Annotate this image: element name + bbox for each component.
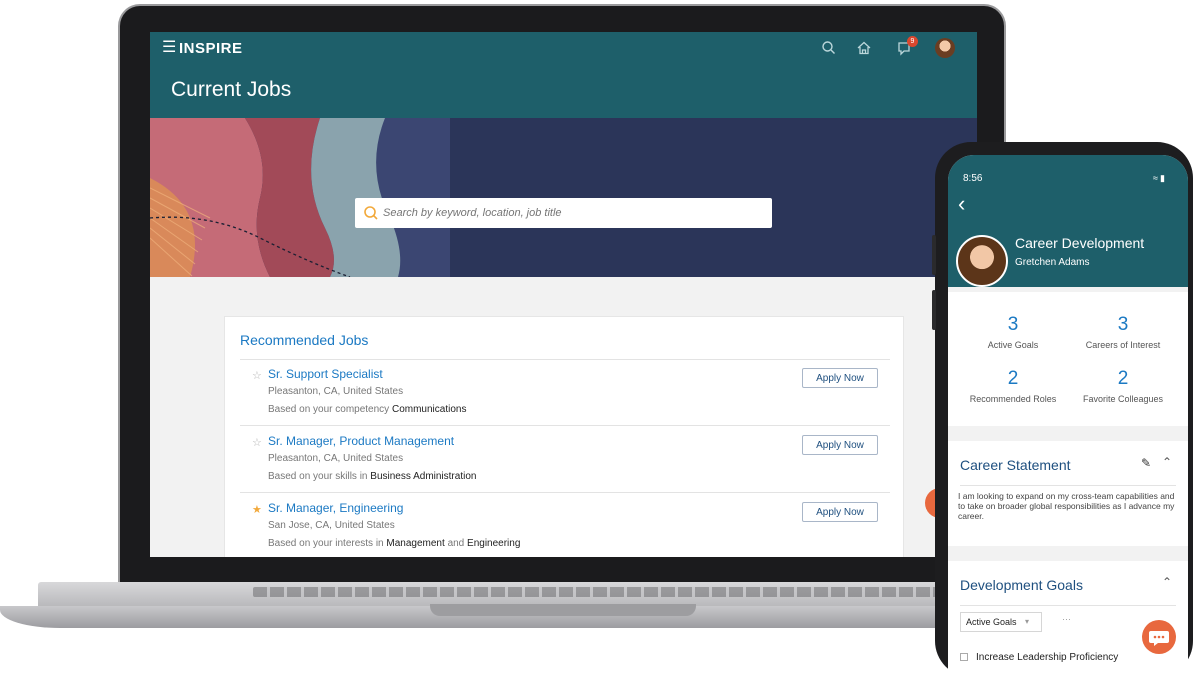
chevron-up-icon[interactable]: ⌃ [1162, 575, 1172, 589]
apply-now-button[interactable]: Apply Now [802, 502, 878, 522]
chevron-up-icon[interactable]: ⌃ [1162, 455, 1172, 469]
search-icon[interactable] [819, 38, 839, 58]
job-item: ★ Sr. Manager, Engineering San Jose, CA,… [240, 494, 890, 557]
job-basis: Based on your competency Communications [268, 404, 467, 415]
recommended-jobs-card: Recommended Jobs ☆ Sr. Support Specialis… [224, 316, 904, 557]
menu-icon[interactable]: ☰ [162, 40, 176, 56]
section-title: Development Goals [960, 577, 1083, 593]
job-basis: Based on your skills in Business Adminis… [268, 471, 477, 482]
checkbox[interactable] [960, 653, 968, 662]
notification-badge: 9 [907, 36, 918, 47]
app-header: ☰ INSPIRE 9 Current Jobs [150, 32, 977, 101]
back-icon[interactable]: ‹ [958, 193, 965, 215]
stat-favorite-colleagues[interactable]: 2 Favorite Colleagues [1068, 368, 1178, 404]
brand-logo: INSPIRE [179, 40, 243, 57]
job-title-link[interactable]: Sr. Manager, Engineering [268, 501, 403, 515]
goal-filter-dropdown[interactable]: Active Goals ▾ [960, 612, 1042, 632]
more-icon[interactable]: ··· [1062, 614, 1071, 624]
page-title: Current Jobs [171, 78, 292, 101]
phone-screen: 8:56 ≈▮ ‹ Career Development Gretchen Ad… [948, 155, 1188, 677]
edit-icon[interactable]: ✎ [1141, 456, 1151, 470]
job-location: Pleasanton, CA, United States [268, 453, 404, 464]
job-search-box[interactable] [355, 198, 772, 228]
wifi-battery-icon: ≈▮ [1153, 173, 1167, 183]
section-title: Career Statement [960, 457, 1071, 473]
star-filled-icon[interactable]: ★ [252, 503, 262, 516]
chat-fab[interactable] [1142, 620, 1176, 654]
phone-volume-button [932, 290, 936, 330]
chat-icon [1149, 631, 1169, 646]
divider [960, 485, 1176, 486]
job-item: ☆ Sr. Manager, Product Management Pleasa… [240, 427, 890, 493]
keyboard-deck [38, 582, 1006, 606]
stat-active-goals[interactable]: 3 Active Goals [958, 314, 1068, 350]
stat-recommended-roles[interactable]: 2 Recommended Roles [958, 368, 1068, 404]
search-icon [364, 206, 378, 220]
status-time: 8:56 [963, 173, 983, 184]
goal-item[interactable]: Increase Leadership Proficiency [960, 652, 1118, 663]
user-name: Gretchen Adams [1015, 257, 1090, 268]
career-statement-section: Career Statement ✎ ⌃ I am looking to exp… [948, 441, 1188, 546]
career-statement-text: I am looking to expand on my cross-team … [958, 491, 1175, 521]
divider [960, 605, 1176, 606]
keyboard-keys [253, 587, 953, 597]
stats-panel: 3 Active Goals 3 Careers of Interest 2 Reco… [948, 292, 1188, 426]
phone-volume-button [932, 235, 936, 275]
development-goals-section: Development Goals ⌃ Active Goals ▾ ··· In… [948, 561, 1188, 677]
search-input[interactable] [381, 203, 761, 223]
star-icon[interactable]: ☆ [252, 436, 262, 449]
stat-careers-of-interest[interactable]: 3 Careers of Interest [1068, 314, 1178, 350]
phone-title: Career Development [1015, 235, 1145, 251]
job-title-link[interactable]: Sr. Manager, Product Management [268, 434, 454, 448]
job-item: ☆ Sr. Support Specialist Pleasanton, CA,… [240, 360, 890, 426]
job-basis: Based on your interests in Management an… [268, 538, 521, 549]
laptop-base [0, 582, 1006, 640]
job-title-link[interactable]: Sr. Support Specialist [268, 367, 383, 381]
job-location: Pleasanton, CA, United States [268, 386, 404, 397]
job-location: San Jose, CA, United States [268, 520, 395, 531]
trackpad-notch [430, 604, 696, 616]
apply-now-button[interactable]: Apply Now [802, 435, 878, 455]
profile-avatar[interactable] [956, 235, 1008, 287]
avatar[interactable] [935, 38, 955, 58]
chevron-down-icon: ▾ [1025, 617, 1030, 626]
home-icon[interactable] [854, 38, 874, 58]
star-icon[interactable]: ☆ [252, 369, 262, 382]
card-title: Recommended Jobs [240, 332, 369, 348]
laptop-screen: ☰ INSPIRE 9 Current Jobs Search by keywo… [150, 32, 977, 557]
hero-banner [150, 118, 977, 277]
apply-now-button[interactable]: Apply Now [802, 368, 878, 388]
